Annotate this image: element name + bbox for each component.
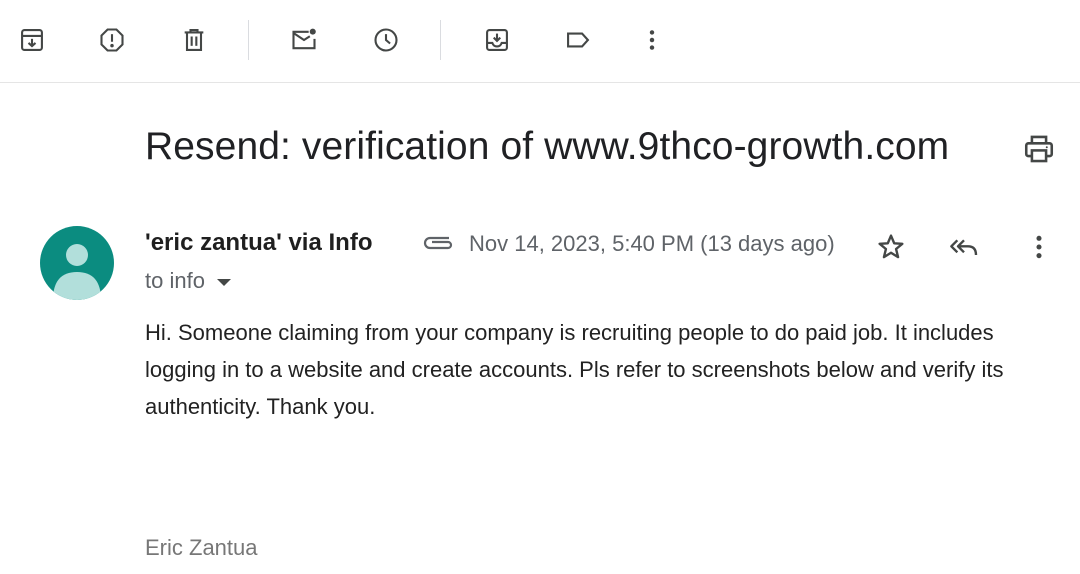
reply-all-icon: [950, 239, 978, 256]
toolbar-divider: [440, 20, 441, 60]
mark-unread-button[interactable]: [284, 20, 324, 60]
chevron-down-icon: [216, 279, 231, 286]
report-spam-icon: [100, 28, 124, 52]
more-options-button[interactable]: [632, 20, 672, 60]
label-icon: [567, 32, 590, 48]
print-icon: [1024, 135, 1054, 163]
attachment-icon: [423, 236, 453, 250]
message-signature: Eric Zantua: [145, 535, 258, 560]
message-more-button[interactable]: [1019, 227, 1059, 267]
snooze-icon: [374, 28, 398, 52]
archive-icon: [21, 29, 43, 51]
star-button[interactable]: [871, 227, 911, 267]
sender-name[interactable]: 'eric zantua' via Info: [145, 229, 372, 257]
message-date: Nov 14, 2023, 5:40 PM (13 days ago): [469, 231, 835, 256]
more-vert-icon: [649, 30, 655, 50]
label-button[interactable]: [558, 20, 598, 60]
email-subject: Resend: verification of www.9thco-growth…: [145, 125, 950, 168]
reply-all-button[interactable]: [944, 227, 984, 267]
avatar[interactable]: [40, 226, 114, 300]
person-icon: [53, 244, 101, 300]
delete-icon: [184, 29, 204, 51]
mark-unread-icon: [292, 28, 316, 50]
toolbar-divider: [248, 20, 249, 60]
move-to-icon: [486, 29, 508, 51]
archive-button[interactable]: [12, 20, 52, 60]
message-toolbar: [0, 0, 1080, 83]
delete-button[interactable]: [174, 20, 214, 60]
snooze-button[interactable]: [366, 20, 406, 60]
message-body: Hi. Someone claiming from your company i…: [145, 320, 1004, 419]
report-spam-button[interactable]: [92, 20, 132, 60]
star-icon: [878, 234, 904, 259]
more-vert-icon: [1036, 235, 1042, 259]
recipient-details-toggle[interactable]: to info: [145, 268, 231, 294]
move-to-button[interactable]: [477, 20, 517, 60]
recipient-label: to info: [145, 268, 205, 293]
print-button[interactable]: [1018, 128, 1060, 170]
